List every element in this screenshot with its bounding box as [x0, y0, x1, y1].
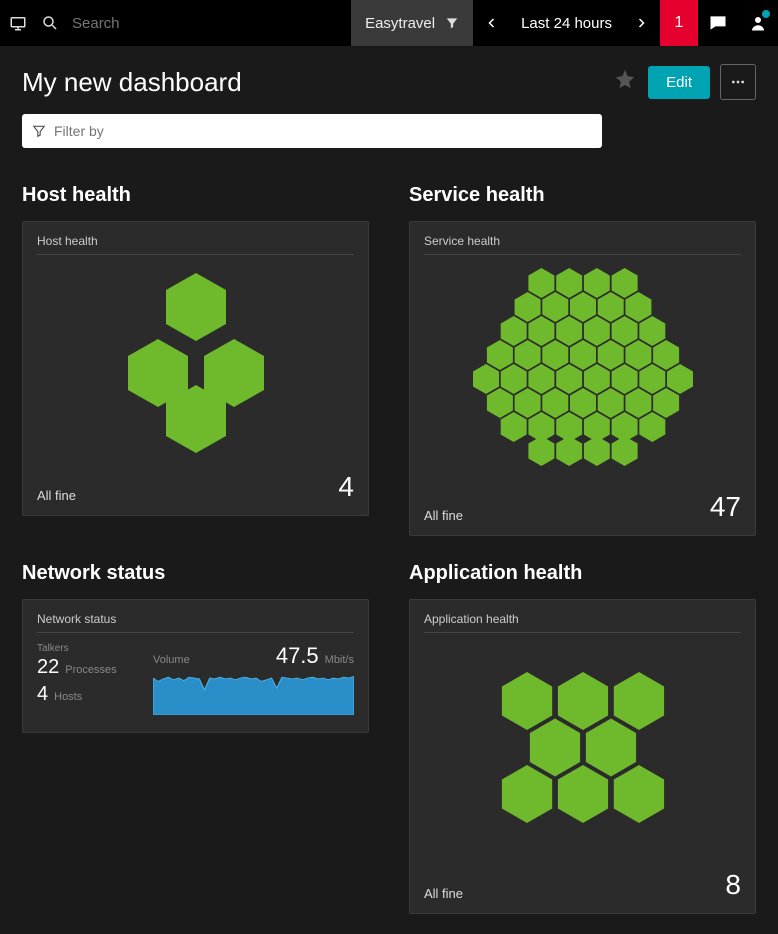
user-menu-button[interactable]: [738, 0, 778, 46]
application-health-graphic: [424, 641, 741, 861]
search-input[interactable]: [72, 15, 272, 32]
tile-title: Network status: [37, 612, 354, 633]
status-text: All fine: [37, 488, 76, 503]
timeframe-prev-button[interactable]: [473, 0, 511, 46]
section-title: Host health: [22, 184, 369, 207]
filter-icon: [445, 16, 459, 30]
hosts-count: 4: [37, 683, 48, 706]
tile-network-status[interactable]: Network status Talkers 22 Processes 4 Ho…: [22, 599, 369, 733]
problems-count: 1: [675, 14, 684, 32]
processes-label: Processes: [65, 664, 116, 676]
section-title: Network status: [22, 562, 369, 585]
edit-button[interactable]: Edit: [648, 66, 710, 99]
problems-indicator[interactable]: 1: [660, 0, 698, 46]
management-zone-selector[interactable]: Easytravel: [351, 0, 473, 46]
hosts-label: Hosts: [54, 691, 82, 703]
timeframe-selector: Last 24 hours: [473, 0, 660, 46]
processes-count: 22: [37, 656, 59, 679]
app-switcher-icon[interactable]: [8, 13, 28, 33]
topbar: Easytravel Last 24 hours 1: [0, 0, 778, 46]
more-actions-button[interactable]: [720, 64, 756, 100]
section-host-health: Host health Host health All fine 4: [22, 184, 369, 536]
timeframe-next-button[interactable]: [622, 0, 660, 46]
star-icon: [614, 68, 636, 90]
application-count: 8: [725, 869, 741, 901]
chat-button[interactable]: [698, 0, 738, 46]
volume-unit: Mbit/s: [325, 654, 354, 666]
talkers-label: Talkers: [37, 643, 137, 654]
chevron-right-icon: [635, 17, 647, 29]
section-application-health: Application health Application health Al…: [409, 562, 756, 914]
notification-dot-icon: [762, 10, 770, 18]
filter-bar: [0, 110, 778, 164]
volume-value: 47.5: [276, 643, 319, 669]
section-title: Service health: [409, 184, 756, 207]
host-health-graphic: [37, 263, 354, 463]
section-title: Application health: [409, 562, 756, 585]
management-zone-label: Easytravel: [365, 15, 435, 32]
tile-host-health[interactable]: Host health All fine 4: [22, 221, 369, 516]
hexagon-cluster-icon: [473, 268, 693, 466]
volume-sparkline: [153, 673, 354, 715]
tile-title: Service health: [424, 234, 741, 255]
service-health-graphic: [424, 263, 741, 483]
tile-application-health[interactable]: Application health All fine 8: [409, 599, 756, 914]
favorite-button[interactable]: [614, 68, 636, 96]
hexagon-cluster-icon: [501, 672, 663, 823]
status-text: All fine: [424, 508, 463, 523]
page-title: My new dashboard: [22, 67, 614, 98]
filter-input-wrapper[interactable]: [22, 114, 602, 148]
host-count: 4: [338, 471, 354, 503]
status-text: All fine: [424, 886, 463, 901]
volume-label: Volume: [153, 654, 190, 666]
chevron-left-icon: [486, 17, 498, 29]
section-service-health: Service health Service health All fine 4…: [409, 184, 756, 536]
ellipsis-icon: [730, 74, 746, 90]
tile-service-health[interactable]: Service health All fine 47: [409, 221, 756, 536]
section-network-status: Network status Network status Talkers 22…: [22, 562, 369, 914]
search-icon[interactable]: [40, 13, 60, 33]
tile-title: Host health: [37, 234, 354, 255]
service-count: 47: [710, 491, 741, 523]
filter-input[interactable]: [54, 123, 592, 139]
chat-icon: [708, 13, 728, 33]
timeframe-label[interactable]: Last 24 hours: [511, 15, 622, 32]
tile-title: Application health: [424, 612, 741, 633]
funnel-icon: [32, 124, 46, 138]
dashboard-header: My new dashboard Edit: [0, 46, 778, 110]
hexagon-icon: [128, 273, 264, 453]
dashboard-grid: Host health Host health All fine 4: [0, 164, 778, 934]
